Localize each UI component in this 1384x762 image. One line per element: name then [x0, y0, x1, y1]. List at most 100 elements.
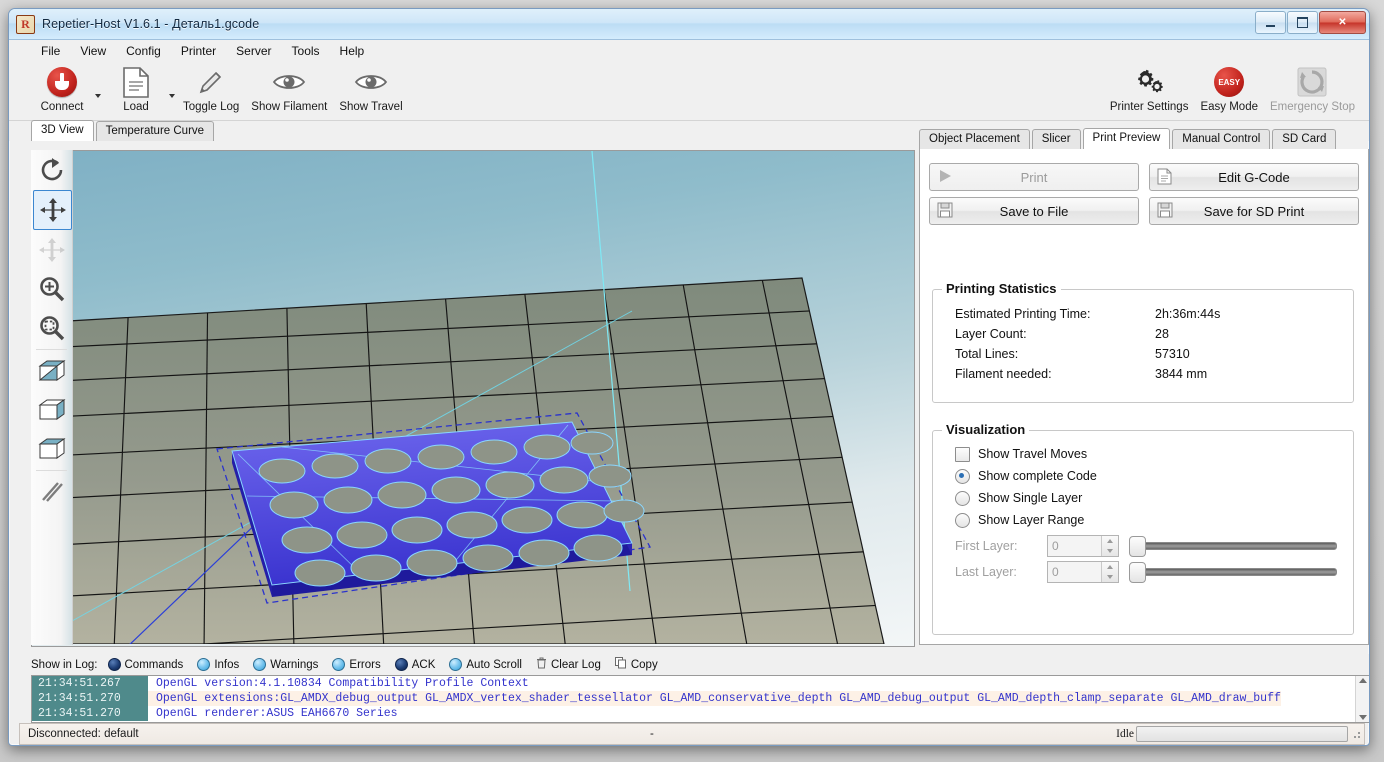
first-layer-row: First Layer: 0	[955, 535, 1353, 557]
tab-3d-view[interactable]: 3D View	[31, 120, 94, 141]
3d-viewport[interactable]: ✕	[31, 150, 915, 647]
menu-item-help[interactable]: Help	[330, 41, 375, 61]
slider-thumb[interactable]	[1129, 561, 1146, 583]
emergency-stop-label: Emergency Stop	[1269, 101, 1355, 113]
show-complete-code-label: Show complete Code	[978, 469, 1097, 483]
show-complete-code-radio[interactable]: Show complete Code	[955, 465, 1353, 487]
gears-icon	[1132, 65, 1166, 99]
log-output[interactable]: 21:34:51.267 OpenGL version:4.1.10834 Co…	[31, 675, 1369, 723]
tab-temperature-curve[interactable]: Temperature Curve	[95, 121, 215, 141]
log-filter-warnings[interactable]: Warnings	[253, 658, 318, 671]
stepper-arrows-icon[interactable]	[1101, 536, 1118, 556]
close-button[interactable]: ✕	[1319, 11, 1366, 34]
menu-bar: File View Config Printer Server Tools He…	[9, 40, 1369, 62]
print-preview-pane: Print Edit G-Code Save to File Save for …	[919, 149, 1369, 645]
log-filter-commands[interactable]: Commands	[107, 658, 183, 671]
log-filter-ack[interactable]: ACK	[394, 658, 435, 671]
zoom-tool[interactable]	[33, 270, 70, 308]
last-layer-row: Last Layer: 0	[955, 561, 1353, 583]
first-layer-slider[interactable]	[1129, 535, 1337, 557]
edit-gcode-label: Edit G-Code	[1218, 169, 1290, 185]
move-object-tool	[33, 231, 70, 269]
clear-log-label: Clear Log	[550, 658, 601, 671]
stepper-arrows-icon[interactable]	[1101, 562, 1118, 582]
connect-dropdown-chevron-down-icon[interactable]	[95, 94, 101, 98]
save-for-sd-print-button[interactable]: Save for SD Print	[1149, 197, 1359, 225]
toolbar-right-group: Printer Settings EASY Easy Mode Emergenc…	[1104, 62, 1361, 113]
log-filter-auto-scroll[interactable]: Auto Scroll	[449, 658, 522, 671]
menu-item-printer[interactable]: Printer	[171, 41, 226, 61]
show-travel-button[interactable]: Show Travel	[333, 62, 408, 113]
log-filter-auto-scroll-label: Auto Scroll	[466, 658, 522, 671]
load-button[interactable]: Load	[103, 62, 169, 113]
log-filter-errors[interactable]: Errors	[332, 658, 381, 671]
scroll-up-icon[interactable]	[1359, 678, 1367, 683]
show-layer-range-radio[interactable]: Show Layer Range	[955, 509, 1353, 531]
show-single-layer-radio[interactable]: Show Single Layer	[955, 487, 1353, 509]
parallel-view-tool[interactable]	[33, 473, 70, 511]
plug-icon	[47, 65, 77, 99]
log-filter-errors-label: Errors	[349, 658, 381, 671]
tab-manual-control[interactable]: Manual Control	[1172, 129, 1271, 149]
scroll-down-icon[interactable]	[1359, 715, 1367, 720]
view-iso-tool[interactable]	[33, 352, 70, 390]
tab-print-preview[interactable]: Print Preview	[1082, 128, 1171, 149]
emergency-stop-button[interactable]: Emergency Stop	[1264, 62, 1361, 113]
view-top-tool[interactable]	[33, 430, 70, 468]
stat-key: Estimated Printing Time:	[955, 307, 1091, 321]
menu-item-view[interactable]: View	[70, 41, 116, 61]
log-filter-bar: Show in Log: Commands Infos Warnings Err…	[31, 654, 1369, 675]
minimize-button[interactable]	[1255, 11, 1286, 34]
menu-item-config[interactable]: Config	[116, 41, 171, 61]
last-layer-slider[interactable]	[1129, 561, 1337, 583]
show-filament-button[interactable]: Show Filament	[245, 62, 333, 113]
menu-item-server[interactable]: Server	[226, 41, 281, 61]
first-layer-label: First Layer:	[955, 539, 1018, 553]
application-window: R Repetier-Host V1.6.1 - Деталь1.gcode ✕…	[8, 8, 1370, 746]
connect-button[interactable]: Connect	[29, 62, 95, 113]
stat-row: Total Lines: 57310	[955, 344, 1353, 364]
stat-row: Filament needed: 3844 mm	[955, 364, 1353, 384]
show-single-layer-label: Show Single Layer	[978, 491, 1083, 505]
save-to-file-button[interactable]: Save to File	[929, 197, 1139, 225]
main-toolbar: Connect Load Toggle Log Show Filament Sh…	[9, 62, 1369, 121]
connect-label: Connect	[40, 101, 84, 113]
last-layer-stepper[interactable]: 0	[1047, 561, 1119, 583]
toggle-log-button[interactable]: Toggle Log	[177, 62, 245, 113]
slider-thumb[interactable]	[1129, 535, 1146, 557]
log-filter-warnings-label: Warnings	[270, 658, 319, 671]
resize-grip-icon[interactable]	[1350, 728, 1362, 740]
copy-button[interactable]: Copy	[614, 657, 658, 672]
zoom-fit-tool[interactable]	[33, 309, 70, 347]
stat-value: 3844 mm	[1155, 367, 1208, 381]
show-travel-moves-checkbox[interactable]: Show Travel Moves	[955, 443, 1353, 465]
clear-log-button[interactable]: Clear Log	[536, 657, 601, 672]
log-filter-infos[interactable]: Infos	[197, 658, 239, 671]
maximize-button[interactable]	[1287, 11, 1318, 34]
rotate-tool[interactable]	[33, 151, 70, 189]
menu-item-tools[interactable]: Tools	[282, 41, 330, 61]
tab-slicer[interactable]: Slicer	[1031, 129, 1081, 149]
menu-item-file[interactable]: File	[31, 41, 70, 61]
right-panel: Object Placement Slicer Print Preview Ma…	[919, 128, 1369, 645]
printer-settings-button[interactable]: Printer Settings	[1104, 62, 1195, 113]
view-tool-bar	[31, 150, 73, 645]
slider-track	[1139, 568, 1337, 576]
edit-gcode-button[interactable]: Edit G-Code	[1149, 163, 1359, 191]
tab-object-placement[interactable]: Object Placement	[919, 129, 1030, 149]
easy-mode-button[interactable]: EASY Easy Mode	[1194, 62, 1264, 113]
view-front-tool[interactable]	[33, 391, 70, 429]
log-scrollbar[interactable]	[1355, 676, 1369, 722]
log-message: OpenGL renderer:ASUS EAH6670 Series	[156, 707, 398, 720]
log-timestamp: 21:34:51.270	[32, 706, 148, 721]
show-in-log-label: Show in Log:	[31, 658, 98, 671]
first-layer-stepper[interactable]: 0	[1047, 535, 1119, 557]
stat-key: Filament needed:	[955, 367, 1052, 381]
stat-value: 28	[1155, 327, 1169, 341]
load-dropdown-chevron-down-icon[interactable]	[169, 94, 175, 98]
window-controls: ✕	[1255, 11, 1366, 34]
print-button[interactable]: Print	[929, 163, 1139, 191]
stat-key: Total Lines:	[955, 347, 1019, 361]
tab-sd-card[interactable]: SD Card	[1272, 129, 1337, 149]
move-tool[interactable]	[33, 190, 72, 230]
